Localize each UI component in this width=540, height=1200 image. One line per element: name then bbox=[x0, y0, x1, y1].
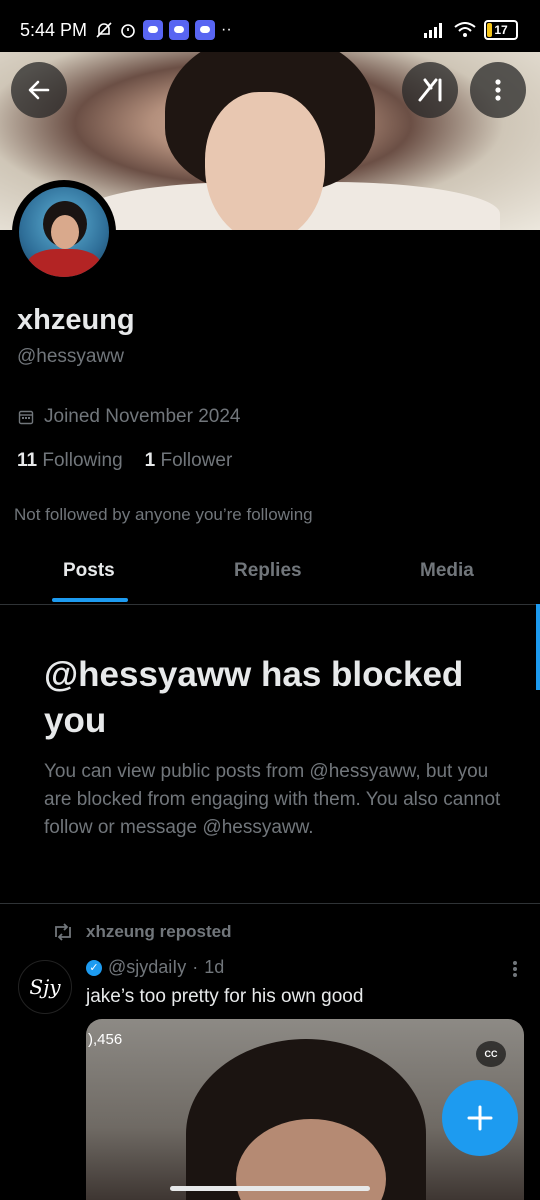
signal-icon bbox=[424, 23, 442, 38]
repost-icon bbox=[55, 923, 71, 941]
blocked-description: You can view public posts from @hessyaww… bbox=[44, 761, 501, 838]
joined-text: Joined November 2024 bbox=[44, 406, 241, 427]
blocked-title: @hessyaww has blocked you bbox=[44, 655, 464, 740]
following-count: 11 bbox=[17, 450, 38, 471]
following-link[interactable]: 11 Following bbox=[17, 450, 123, 472]
post-time: 1d bbox=[204, 957, 225, 977]
tab-media[interactable]: Media bbox=[420, 560, 474, 582]
more-options-button[interactable] bbox=[470, 62, 526, 118]
active-tab-indicator bbox=[52, 598, 128, 602]
display-name: xhzeung bbox=[17, 304, 135, 336]
calendar-icon bbox=[18, 410, 34, 425]
tab-replies[interactable]: Replies bbox=[234, 560, 302, 582]
follow-stats: 11 Following 1 Follower bbox=[17, 450, 232, 472]
wifi-icon bbox=[454, 22, 476, 37]
not-followed-text: Not followed by anyone you’re following bbox=[14, 505, 313, 524]
discord-icon bbox=[169, 20, 189, 40]
discord-icon bbox=[195, 20, 215, 40]
meta-separator: · bbox=[192, 957, 199, 977]
user-handle: @hessyaww bbox=[17, 346, 124, 367]
more-vertical-icon bbox=[513, 961, 517, 977]
status-bar: 5:44 PM ·· 17 bbox=[0, 0, 540, 52]
alarm-icon bbox=[121, 24, 135, 38]
post-avatar-text: Sjy bbox=[29, 975, 61, 999]
verified-badge-icon: ✓ bbox=[86, 959, 102, 976]
post-author-handle[interactable]: @sjydaiIy bbox=[108, 957, 186, 978]
followers-link[interactable]: 1 Follower bbox=[145, 450, 233, 472]
back-button[interactable] bbox=[11, 62, 67, 118]
status-system-icons: 17 bbox=[424, 20, 518, 40]
captions-button[interactable]: CC bbox=[476, 1041, 506, 1067]
post-author-avatar[interactable]: Sjy bbox=[18, 960, 72, 1014]
joined-date: Joined November 2024 bbox=[18, 406, 240, 428]
cc-label: CC bbox=[484, 1049, 498, 1059]
arrow-left-icon bbox=[28, 80, 50, 100]
more-notifications-icon: ·· bbox=[221, 21, 232, 38]
compose-post-button[interactable] bbox=[442, 1080, 518, 1156]
scroll-indicator[interactable] bbox=[536, 604, 540, 690]
grok-icon bbox=[418, 78, 442, 102]
repost-header[interactable]: xhzeung reposted bbox=[52, 922, 231, 942]
home-indicator[interactable] bbox=[170, 1186, 370, 1191]
mute-bell-icon bbox=[96, 22, 112, 38]
post-text: jake’s too pretty for his own good bbox=[86, 986, 364, 1007]
followers-label: Follower bbox=[160, 450, 233, 471]
post-more-button[interactable] bbox=[512, 960, 518, 983]
profile-tabs: Posts Replies Media bbox=[0, 548, 540, 605]
battery-icon: 17 bbox=[484, 20, 518, 40]
battery-level: 17 bbox=[494, 23, 508, 37]
status-notification-icons: ·· bbox=[95, 20, 232, 40]
status-time: 5:44 PM bbox=[20, 20, 88, 40]
following-label: Following bbox=[42, 450, 123, 471]
plus-icon bbox=[467, 1105, 493, 1131]
tab-posts[interactable]: Posts bbox=[63, 560, 115, 582]
divider bbox=[0, 903, 540, 904]
post-meta: ✓ @sjydaiIy · 1d bbox=[86, 957, 224, 978]
repost-label: xhzeung reposted bbox=[86, 922, 232, 941]
profile-avatar[interactable] bbox=[12, 180, 116, 284]
more-vertical-icon bbox=[495, 79, 501, 101]
followers-count: 1 bbox=[144, 450, 156, 471]
discord-icon bbox=[143, 20, 163, 40]
grok-button[interactable] bbox=[402, 62, 458, 118]
view-count: ),456 bbox=[88, 1031, 123, 1048]
